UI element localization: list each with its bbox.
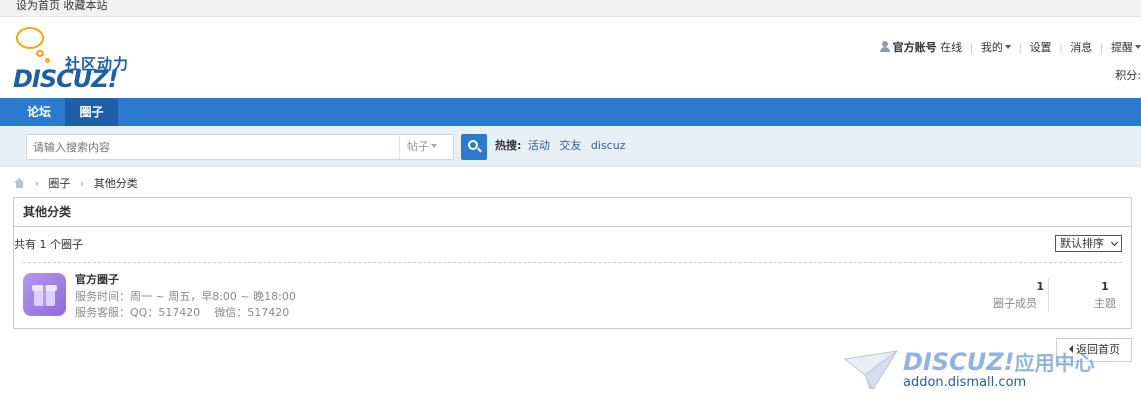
sort-select[interactable]: 默认排序 bbox=[1055, 235, 1122, 252]
panel-title: 其他分类 bbox=[14, 198, 1131, 227]
topics-label: 主题 bbox=[1094, 297, 1116, 310]
gift-box-ribbon bbox=[43, 285, 46, 306]
logo-bubble-icon bbox=[16, 27, 44, 49]
chevron-down-icon bbox=[1110, 238, 1119, 247]
logo-en-text: DISCUZ! bbox=[13, 65, 119, 93]
settings-link[interactable]: 设置 bbox=[1030, 41, 1052, 54]
paper-plane-icon bbox=[843, 350, 898, 390]
hot-search: 热搜: 活动 交友 discuz bbox=[495, 126, 631, 167]
back-home-label: 返回首页 bbox=[1076, 343, 1120, 356]
reminders-label: 提醒 bbox=[1111, 41, 1133, 54]
search-box: 帖子 bbox=[26, 134, 454, 160]
user-icon bbox=[879, 41, 890, 52]
divider bbox=[399, 135, 400, 159]
group-qq: 服务客服：QQ：517420 bbox=[75, 306, 201, 319]
nav-group[interactable]: 圈子 bbox=[65, 98, 118, 126]
hot-search-label: 热搜: bbox=[495, 139, 522, 152]
group-name-link[interactable]: 官方圈子 bbox=[75, 271, 119, 287]
hot-keyword[interactable]: discuz bbox=[591, 139, 626, 152]
reminders-menu[interactable]: 提醒 bbox=[1111, 41, 1141, 54]
chevron-down-icon bbox=[1004, 45, 1011, 49]
separator: | bbox=[1099, 41, 1104, 54]
watermark-brand-text: DISCUZ! bbox=[903, 348, 1015, 376]
my-menu-label: 我的 bbox=[980, 41, 1003, 54]
breadcrumb-item[interactable]: 圈子 bbox=[48, 177, 70, 190]
search-type-select[interactable]: 帖子 bbox=[407, 135, 437, 159]
search-icon-handle bbox=[477, 147, 482, 153]
hot-keyword[interactable]: 活动 bbox=[528, 139, 550, 152]
set-home-link[interactable]: 设为首页 bbox=[16, 0, 60, 12]
group-wechat: 微信：517420 bbox=[214, 306, 290, 319]
user-bar: 官方账号 在线 | 我的 | 设置 | 消息 | 提醒 bbox=[879, 39, 1141, 55]
breadcrumb-current: 其他分类 bbox=[93, 177, 138, 190]
separator: | bbox=[1059, 41, 1063, 54]
topics-stat: 1 主题 bbox=[1070, 280, 1140, 311]
watermark-url: addon.dismall.com bbox=[903, 375, 1027, 390]
main-nav: 论坛 圈子 bbox=[0, 98, 1141, 126]
nav-forum[interactable]: 论坛 bbox=[13, 98, 65, 126]
chevron-down-icon bbox=[1135, 45, 1141, 49]
chevron-left-icon bbox=[1069, 345, 1073, 353]
gift-box-icon[interactable] bbox=[23, 273, 66, 316]
logo-bubble-small-icon bbox=[36, 50, 44, 57]
divider bbox=[1048, 278, 1049, 312]
search-input[interactable] bbox=[27, 135, 399, 159]
topics-count: 1 bbox=[1101, 280, 1109, 293]
group-panel: 其他分类 共有 1 个圈子 默认排序 官方圈子 服务时间：周一 ~ 周五，早8:… bbox=[13, 197, 1132, 329]
top-links: 设为首页 收藏本站 bbox=[16, 0, 108, 13]
divider bbox=[23, 262, 1122, 263]
search-bar: 帖子 热搜: 活动 交友 discuz bbox=[0, 126, 1141, 167]
bookmark-link[interactable]: 收藏本站 bbox=[64, 0, 108, 12]
group-service-hours: 服务时间：周一 ~ 周五，早8:00 ~ 晚18:00 bbox=[75, 290, 296, 303]
my-menu[interactable]: 我的 bbox=[981, 41, 1011, 54]
credit-label: 积分: bbox=[1115, 69, 1141, 82]
header: 社区动力 DISCUZ! 官方账号 在线 | 我的 | 设置 | 消息 | 提醒… bbox=[0, 17, 1141, 98]
logo-bubble-tiny-icon bbox=[45, 58, 50, 63]
hot-keyword[interactable]: 交友 bbox=[559, 139, 581, 152]
chevron-down-icon bbox=[431, 144, 437, 148]
breadcrumb-separator: › bbox=[79, 177, 85, 190]
members-label: 圈子成员 bbox=[993, 297, 1037, 310]
breadcrumb: › 圈子 › 其他分类 bbox=[14, 175, 138, 191]
group-contact: 服务客服：QQ：517420 微信：517420 bbox=[75, 304, 289, 320]
back-home-button[interactable]: 返回首页 bbox=[1056, 338, 1132, 362]
username-link[interactable]: 官方账号 bbox=[893, 41, 937, 54]
site-logo[interactable]: 社区动力 DISCUZ! bbox=[13, 25, 133, 93]
breadcrumb-separator: › bbox=[34, 177, 39, 190]
sort-label: 默认排序 bbox=[1060, 237, 1104, 250]
top-bar: 设为首页 收藏本站 bbox=[0, 0, 1141, 17]
home-icon[interactable] bbox=[14, 178, 25, 188]
members-count: 1 bbox=[1036, 280, 1044, 293]
online-status: 在线 bbox=[940, 41, 963, 54]
search-button[interactable] bbox=[461, 134, 487, 160]
group-count: 共有 1 个圈子 bbox=[14, 238, 83, 251]
separator: | bbox=[969, 41, 974, 54]
members-stat: 1 圈子成员 bbox=[980, 280, 1050, 311]
messages-link[interactable]: 消息 bbox=[1070, 41, 1092, 54]
search-type-label: 帖子 bbox=[407, 140, 429, 153]
separator: | bbox=[1018, 41, 1023, 54]
